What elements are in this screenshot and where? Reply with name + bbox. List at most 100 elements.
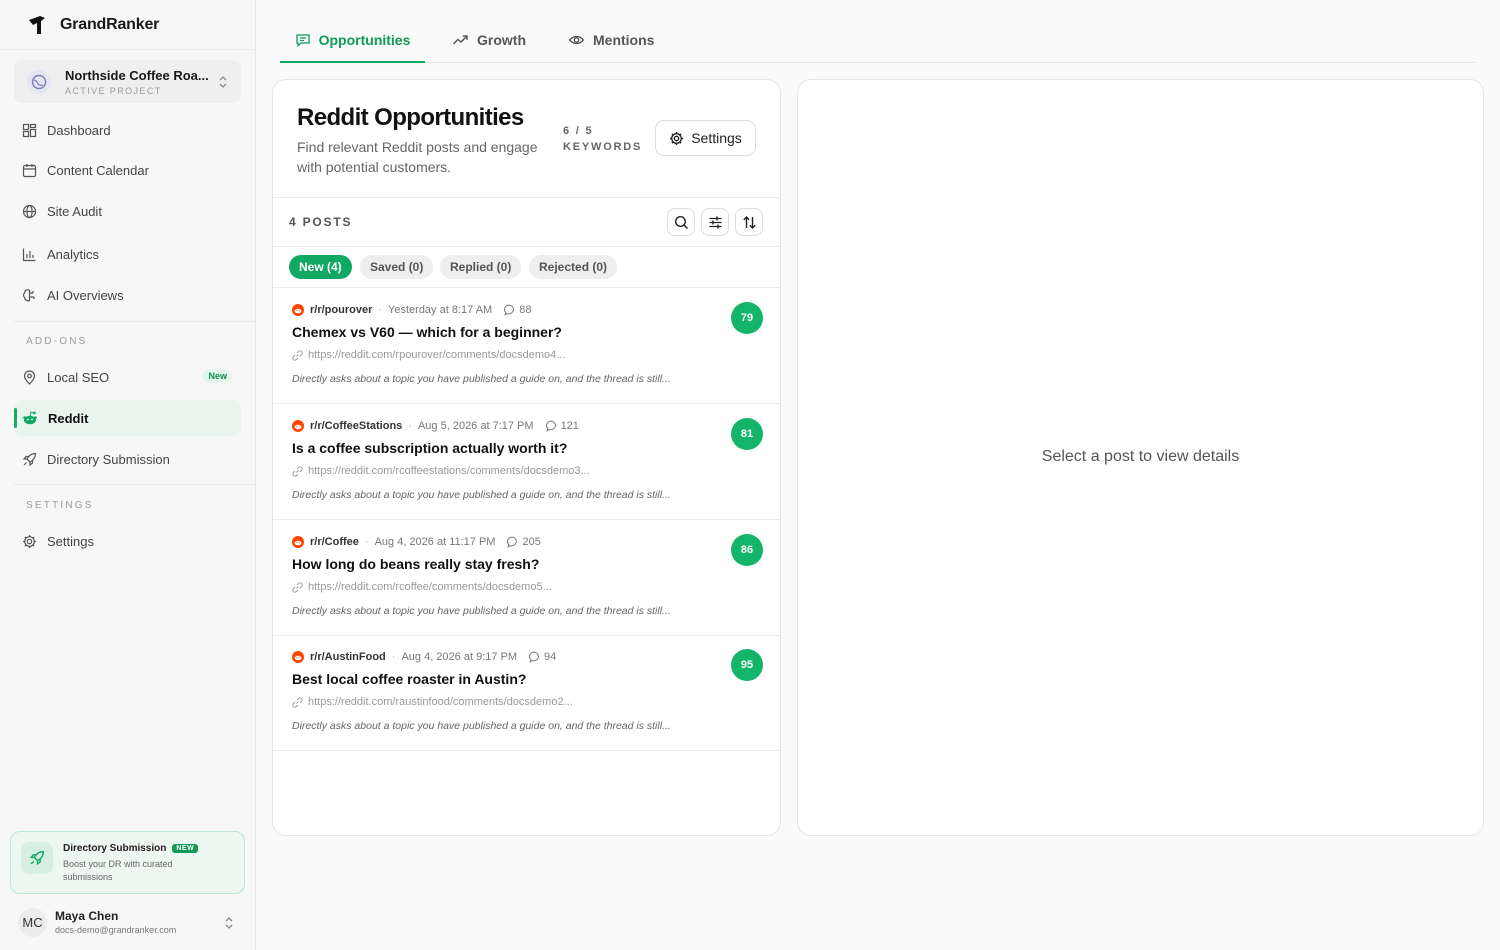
- sidebar-item-reddit[interactable]: Reddit: [14, 400, 241, 436]
- globe-icon: [27, 69, 51, 94]
- section-label-settings: SETTINGS: [26, 500, 94, 511]
- sidebar-item-label: Settings: [47, 533, 94, 549]
- post-subreddit[interactable]: r/r/CoffeeStations: [310, 420, 402, 432]
- search-button[interactable]: [667, 208, 695, 236]
- link-icon: [292, 696, 303, 708]
- gear-icon: [669, 131, 684, 146]
- sidebar-item-site-audit[interactable]: Site Audit: [14, 193, 241, 229]
- comment-icon: [504, 304, 516, 316]
- gear-icon: [22, 534, 37, 549]
- sort-button[interactable]: [735, 208, 763, 236]
- sliders-icon: [708, 215, 723, 230]
- sidebar-item-directory-submission[interactable]: Directory Submission: [14, 441, 241, 477]
- post-time: Aug 4, 2026 at 9:17 PM: [401, 651, 518, 663]
- reddit-icon: [292, 536, 304, 548]
- tab-opportunities[interactable]: Opportunities: [280, 18, 425, 63]
- post-time: Yesterday at 8:17 AM: [388, 304, 493, 316]
- sidebar-item-local-seo[interactable]: Local SEO New: [14, 359, 241, 395]
- sidebar: GrandRanker Northside Coffee Roa... ACTI…: [0, 0, 256, 950]
- promo-description: Boost your DR with curated submissions: [63, 859, 173, 882]
- post-title: Best local coffee roaster in Austin?: [292, 671, 527, 687]
- posts-toolbar: 4 POSTS: [273, 197, 780, 247]
- section-label-addons: ADD-ONS: [26, 336, 88, 347]
- reddit-icon: [292, 420, 304, 432]
- sidebar-item-label: Dashboard: [47, 122, 111, 138]
- filter-button[interactable]: [701, 208, 729, 236]
- search-icon: [674, 215, 689, 230]
- tab-growth[interactable]: Growth: [452, 18, 526, 62]
- post-reason: Directly asks about a topic you have pub…: [292, 720, 671, 732]
- sidebar-item-dashboard[interactable]: Dashboard: [14, 112, 241, 148]
- post-reason: Directly asks about a topic you have pub…: [292, 605, 671, 617]
- message-square-icon: [295, 32, 311, 48]
- comment-count: 121: [545, 420, 579, 432]
- settings-button[interactable]: Settings: [655, 120, 756, 156]
- project-label: ACTIVE PROJECT: [65, 85, 162, 96]
- tab-label: Growth: [477, 32, 526, 48]
- directory-submission-promo[interactable]: Directory Submission NEW Boost your DR wi…: [10, 831, 245, 894]
- grid-icon: [22, 123, 37, 138]
- post-meta: r/r/Coffee · Aug 4, 2026 at 11:17 PM 205: [292, 536, 541, 548]
- page-title: Reddit Opportunities: [297, 104, 524, 131]
- post-url[interactable]: https://reddit.com/raustinfood/comments/…: [292, 696, 573, 708]
- sidebar-item-label: Content Calendar: [47, 162, 149, 178]
- post-subreddit[interactable]: r/r/AustinFood: [310, 651, 386, 663]
- comment-count-value: 94: [544, 651, 557, 663]
- relevance-score: 86: [731, 534, 763, 566]
- post-time: Aug 5, 2026 at 7:17 PM: [417, 420, 534, 432]
- promo-new-badge: NEW: [172, 844, 199, 853]
- avatar: MC: [18, 908, 47, 937]
- post-item[interactable]: r/r/AustinFood · Aug 4, 2026 at 9:17 PM …: [273, 635, 780, 751]
- filter-new[interactable]: New (4): [289, 255, 352, 279]
- post-url[interactable]: https://reddit.com/rcoffeestations/comme…: [292, 465, 590, 477]
- post-subreddit[interactable]: r/r/pourover: [310, 304, 372, 316]
- post-time: Aug 4, 2026 at 11:17 PM: [374, 536, 496, 548]
- page-description: Find relevant Reddit posts and engage wi…: [297, 139, 538, 175]
- post-item[interactable]: r/r/Coffee · Aug 4, 2026 at 11:17 PM 205…: [273, 520, 780, 636]
- post-meta: r/r/CoffeeStations · Aug 5, 2026 at 7:17…: [292, 420, 579, 432]
- reddit-icon: [292, 304, 304, 316]
- comment-icon: [529, 651, 541, 663]
- post-meta: r/r/pourover · Yesterday at 8:17 AM 88: [292, 304, 531, 316]
- filter-saved[interactable]: Saved (0): [360, 255, 434, 279]
- post-url[interactable]: https://reddit.com/rpourover/comments/do…: [292, 349, 565, 361]
- post-title: How long do beans really stay fresh?: [292, 556, 540, 572]
- brand[interactable]: GrandRanker: [0, 0, 255, 50]
- globe-icon: [22, 204, 37, 219]
- rocket-icon: [21, 842, 53, 874]
- user-menu[interactable]: MC Maya Chen docs-demo@grandranker.com: [18, 907, 243, 939]
- tab-bar: Opportunities Growth Mentions: [280, 18, 1476, 63]
- comment-count-value: 88: [519, 304, 532, 316]
- relevance-score: 79: [731, 302, 763, 334]
- post-title: Chemex vs V60 — which for a beginner?: [292, 324, 562, 340]
- relevance-score: 95: [731, 649, 763, 681]
- keywords-count: 6 / 5: [563, 125, 594, 137]
- separator-dot: ·: [391, 651, 396, 663]
- sidebar-item-analytics[interactable]: Analytics: [14, 236, 241, 272]
- post-item[interactable]: r/r/pourover · Yesterday at 8:17 AM 88 C…: [273, 288, 780, 404]
- divider: [14, 484, 256, 485]
- sidebar-item-content-calendar[interactable]: Content Calendar: [14, 152, 241, 188]
- comment-count-value: 121: [560, 420, 579, 432]
- sidebar-item-settings[interactable]: Settings: [14, 523, 241, 559]
- post-url[interactable]: https://reddit.com/rcoffee/comments/docs…: [292, 581, 552, 593]
- eye-icon: [568, 32, 585, 48]
- new-badge: New: [203, 369, 232, 383]
- post-subreddit[interactable]: r/r/Coffee: [310, 536, 359, 548]
- settings-button-label: Settings: [691, 130, 742, 146]
- status-filters: New (4) Saved (0) Replied (0) Rejected (…: [273, 247, 780, 288]
- comment-count: 205: [507, 536, 541, 548]
- sidebar-item-label: Site Audit: [47, 203, 102, 219]
- promo-title: Directory Submission NEW: [63, 843, 199, 854]
- sidebar-item-label: Analytics: [47, 246, 100, 262]
- comment-count-value: 205: [522, 536, 541, 548]
- sidebar-item-ai-overviews[interactable]: AI Overviews: [14, 277, 241, 313]
- separator-dot: ·: [378, 304, 383, 316]
- sidebar-item-label: Local SEO: [47, 369, 110, 385]
- sidebar-item-label: Directory Submission: [47, 451, 170, 467]
- tab-mentions[interactable]: Mentions: [568, 18, 654, 62]
- post-item[interactable]: r/r/CoffeeStations · Aug 5, 2026 at 7:17…: [273, 404, 780, 520]
- filter-replied[interactable]: Replied (0): [440, 255, 522, 279]
- project-switcher[interactable]: Northside Coffee Roa... ACTIVE PROJECT: [14, 60, 241, 103]
- filter-rejected[interactable]: Rejected (0): [529, 255, 618, 279]
